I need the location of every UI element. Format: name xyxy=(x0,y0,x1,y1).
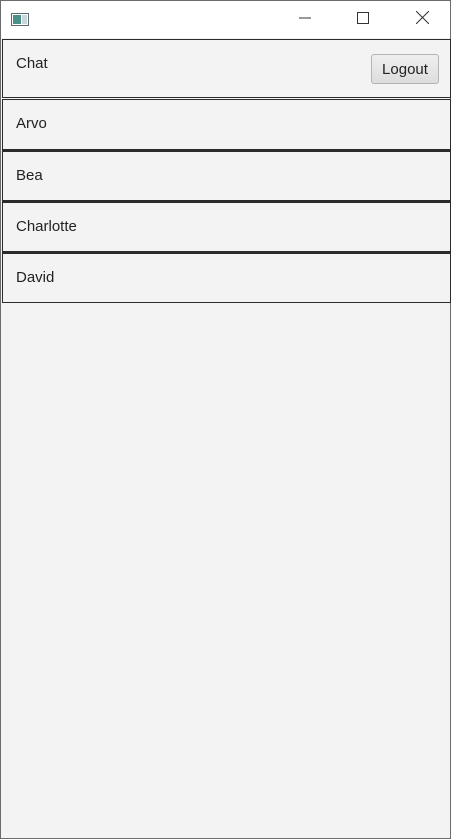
contact-list: Arvo Bea Charlotte David xyxy=(2,99,451,303)
contact-item-david[interactable]: David xyxy=(2,252,451,303)
close-icon xyxy=(415,10,429,29)
contact-name: David xyxy=(16,269,55,286)
app-icon xyxy=(11,13,29,26)
minimize-button[interactable] xyxy=(282,1,328,38)
contact-name: Arvo xyxy=(16,115,47,132)
chat-header: Chat Logout xyxy=(2,39,451,98)
contact-name: Bea xyxy=(16,167,43,184)
maximize-icon xyxy=(357,11,369,29)
contact-name: Charlotte xyxy=(16,218,77,235)
page-title: Chat xyxy=(16,55,48,72)
app-window: Chat Logout Arvo Bea Charlotte David xyxy=(0,0,451,839)
logout-button[interactable]: Logout xyxy=(371,54,439,84)
title-bar[interactable] xyxy=(1,1,450,38)
contact-item-bea[interactable]: Bea xyxy=(2,150,451,201)
contact-item-charlotte[interactable]: Charlotte xyxy=(2,201,451,252)
minimize-icon xyxy=(299,11,311,29)
maximize-button[interactable] xyxy=(340,1,386,38)
close-button[interactable] xyxy=(399,1,445,38)
contact-item-arvo[interactable]: Arvo xyxy=(2,99,451,150)
